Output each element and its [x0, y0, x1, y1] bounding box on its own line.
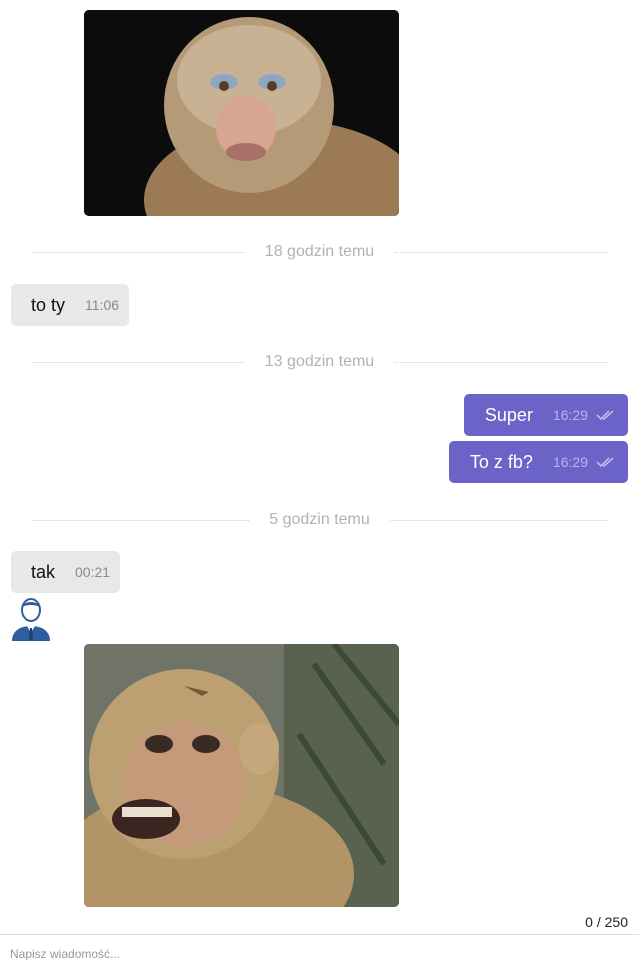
double-check-icon [596, 410, 614, 421]
monkey-photo [84, 10, 399, 216]
message-text: To z fb? [469, 451, 533, 472]
divider-line [32, 251, 245, 253]
message-input[interactable] [0, 935, 639, 960]
incoming-message-bubble[interactable]: tak 00:21 [11, 551, 121, 593]
date-divider: 18 godzin temu [32, 242, 607, 262]
double-check-icon [596, 457, 614, 468]
message-time: 16:29 [552, 407, 588, 423]
divider-line [32, 361, 245, 363]
message-text: tak [31, 561, 56, 582]
image-message[interactable] [84, 10, 399, 216]
message-composer [0, 934, 639, 960]
divider-label: 18 godzin temu [264, 243, 375, 260]
message-time: 11:06 [85, 297, 120, 313]
smiling-monkey-photo [84, 644, 399, 907]
date-divider: 13 godzin temu [32, 352, 607, 372]
divider-label: 13 godzin temu [264, 353, 375, 370]
message-time: 00:21 [75, 564, 111, 580]
image-message[interactable] [84, 644, 399, 907]
date-divider: 5 godzin temu [32, 510, 608, 530]
outgoing-message-bubble[interactable]: Super 16:29 [463, 394, 628, 436]
divider-line [394, 251, 607, 253]
char-counter: 0 / 250 [585, 914, 628, 930]
divider-line [389, 519, 608, 521]
message-text: to ty [31, 294, 66, 315]
user-avatar-icon[interactable] [10, 597, 52, 641]
message-time: 16:29 [552, 454, 588, 470]
incoming-message-bubble[interactable]: to ty 11:06 [11, 284, 130, 326]
divider-line [32, 519, 250, 521]
message-text: Super [484, 404, 533, 425]
divider-label: 5 godzin temu [269, 511, 370, 528]
divider-line [394, 361, 607, 363]
outgoing-message-bubble[interactable]: To z fb? 16:29 [448, 441, 628, 483]
